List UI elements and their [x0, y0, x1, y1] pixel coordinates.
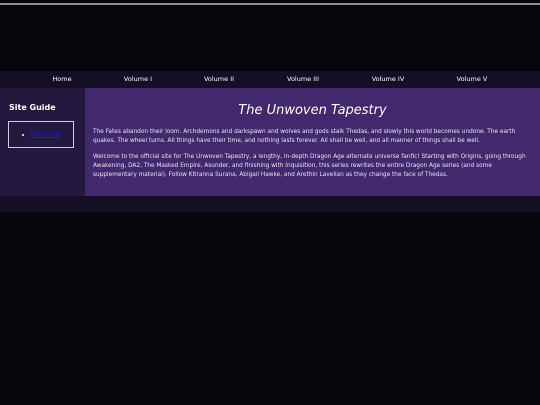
nav-volume-i[interactable]: Volume I [124, 71, 152, 88]
footer-band [0, 196, 540, 212]
intro-paragraph: The Fates abandon their loom. Archdemons… [93, 129, 516, 144]
main-content: The Unwoven Tapestry The Fates abandon t… [85, 88, 540, 196]
nav-volume-v[interactable]: Volume V [457, 71, 488, 88]
nav-volume-ii[interactable]: Volume II [204, 71, 234, 88]
sidebar-link-box: Site Guide [8, 121, 74, 148]
site-guide-link[interactable]: Site Guide [30, 131, 61, 138]
welcome-paragraph: Welcome to the official site for The Unw… [93, 154, 526, 178]
sidebar-title: Site Guide [9, 103, 56, 112]
nav-volume-iii[interactable]: Volume III [287, 71, 319, 88]
nav-volume-iv[interactable]: Volume IV [372, 71, 405, 88]
page-title: The Unwoven Tapestry [238, 103, 387, 118]
navbar: Home Volume I Volume II Volume III Volum… [0, 71, 540, 88]
top-divider [0, 3, 540, 5]
nav-home[interactable]: Home [52, 71, 71, 88]
bullet-icon [22, 134, 24, 136]
sidebar: Site Guide Site Guide [0, 88, 85, 196]
page: Home Volume I Volume II Volume III Volum… [0, 0, 540, 405]
